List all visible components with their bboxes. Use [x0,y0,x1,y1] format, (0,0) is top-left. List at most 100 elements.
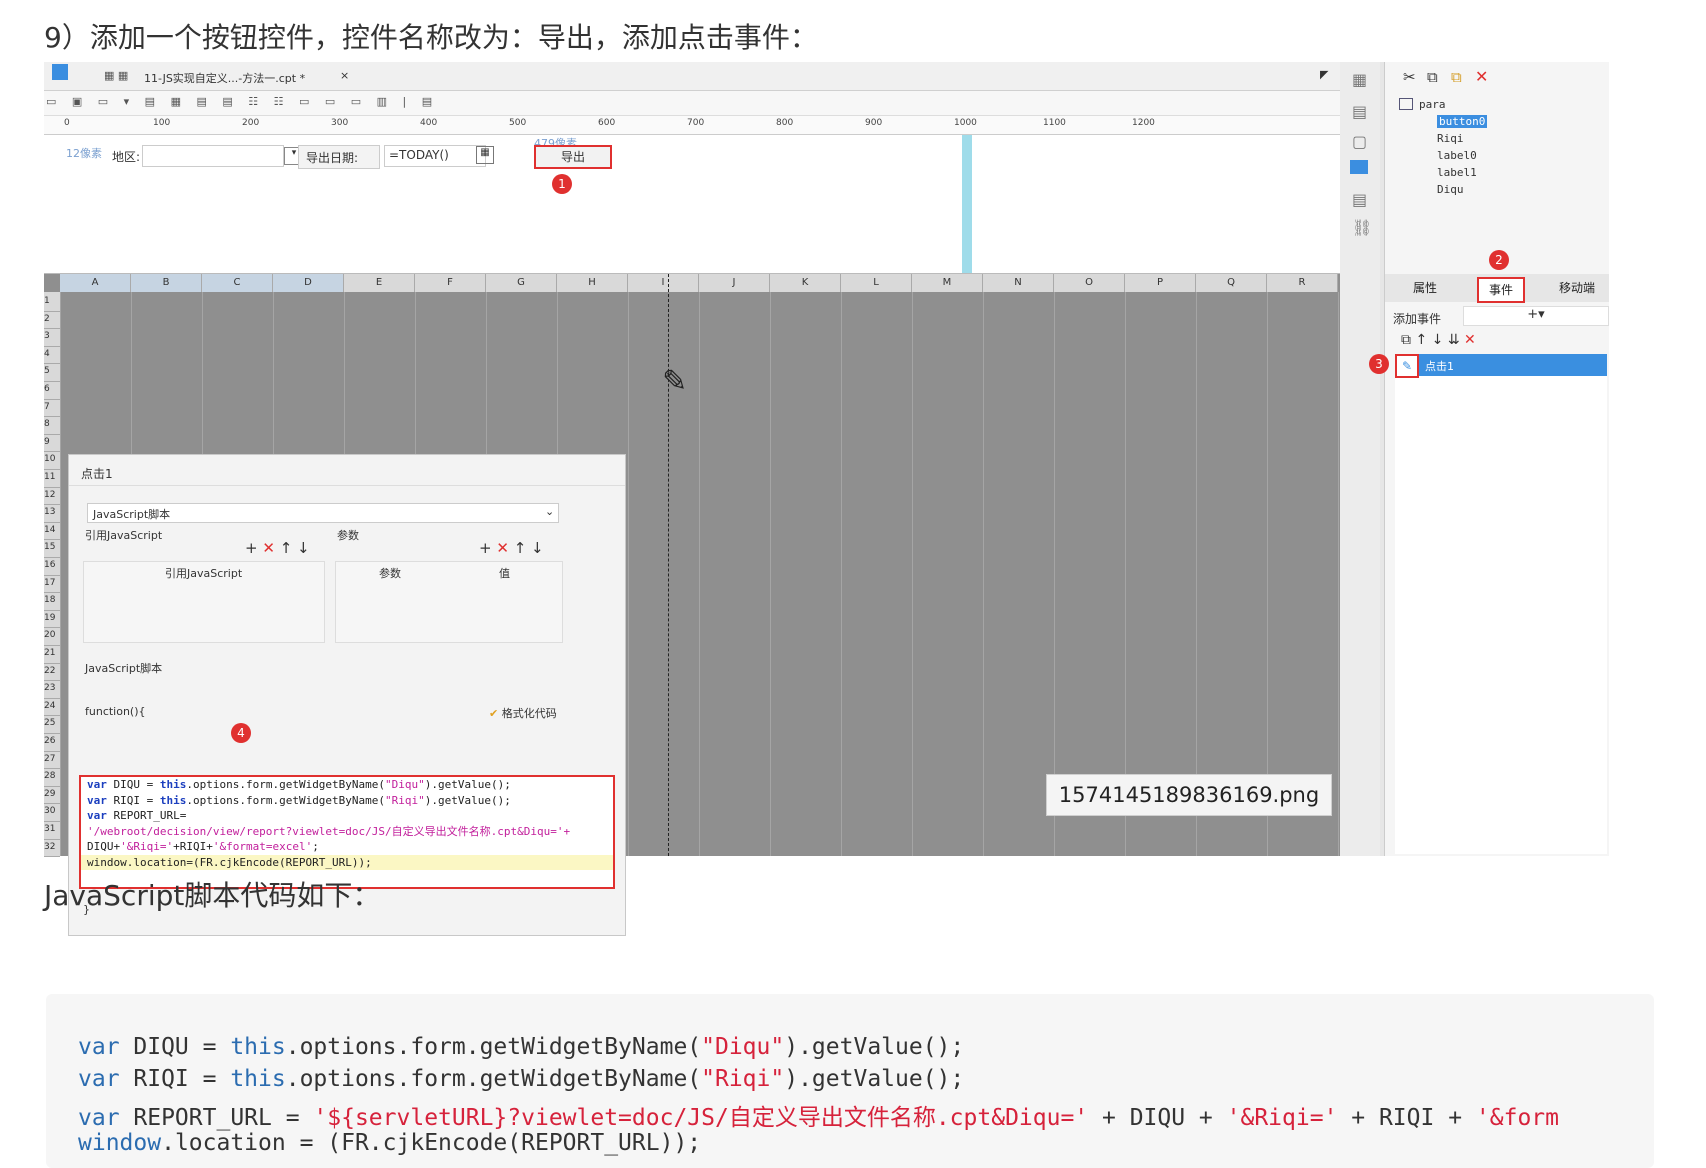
sort-icon[interactable]: ⇊ [1448,332,1460,348]
row-header[interactable]: 18 [44,591,60,611]
row-header[interactable]: 26 [44,732,60,752]
tree-item-riqi[interactable]: Riqi [1437,132,1464,145]
row-header[interactable]: 11 [44,468,60,488]
link-icon[interactable]: ⛓ [1352,218,1372,237]
add-event-button[interactable]: +▾ [1463,306,1609,326]
delete-icon[interactable]: ✕ [262,539,275,557]
row-header[interactable]: 4 [44,344,60,365]
expand-icon[interactable]: ◤ [1320,68,1328,81]
column-header[interactable]: D [273,274,344,292]
copy-icon[interactable]: ⧉ [1401,332,1411,348]
param-table[interactable] [335,561,563,643]
tree-item-button0[interactable]: button0 [1437,115,1488,128]
row-header[interactable]: 20 [44,626,60,647]
up-arrow-icon[interactable]: ↑ [1415,332,1427,348]
paste-icon[interactable]: ⧉ [1451,68,1462,86]
column-header[interactable]: J [699,274,770,292]
tab-bar: ▦ ▦ 11-JS实现自定义...-方法一.cpt * × ◤ [44,62,1340,91]
delete-icon[interactable]: ✕ [1475,67,1488,86]
column-header[interactable]: I [628,274,699,292]
row-header[interactable]: 3 [44,327,60,347]
row-header[interactable]: 19 [44,608,60,629]
column-header[interactable]: L [841,274,912,292]
tab-mobile[interactable]: 移动端 [1547,277,1607,299]
delete-icon[interactable]: ✕ [496,539,509,557]
export-button[interactable]: 导出 [534,145,612,169]
row-header[interactable]: 29 [44,784,60,805]
row-header[interactable]: 15 [44,538,60,559]
marker-3: 3 [1369,354,1389,374]
marker-4: 4 [231,723,251,743]
row-header[interactable]: 8 [44,415,60,435]
ruler-tick: 800 [776,118,794,128]
row-header[interactable]: 1 [44,292,60,312]
column-header[interactable]: O [1054,274,1125,292]
down-arrow-icon[interactable]: ↓ [1432,332,1444,348]
column-header[interactable]: C [202,274,273,292]
diqu-input[interactable] [142,145,284,167]
code-line-5: DIQU+'&Riqi='+RIQI+'&format=excel'; [87,840,319,853]
tab-file[interactable]: 11-JS实现自定义...-方法一.cpt * [144,70,305,86]
add-ref-icon[interactable]: + ✕ ↑ ↓ [245,539,310,557]
column-header[interactable]: A [60,274,131,292]
column-header[interactable]: N [983,274,1054,292]
code-line-2: var RIQI = this.options.form.getWidgetBy… [87,793,511,807]
row-header[interactable]: 24 [44,696,60,717]
row-header[interactable]: 21 [44,644,60,664]
code-line-6: window.location=(FR.cjkEncode(REPORT_URL… [81,854,613,870]
tab-events[interactable]: 事件 [1477,277,1525,303]
column-header[interactable]: P [1125,274,1196,292]
row-header[interactable]: 7 [44,397,60,418]
script-editor[interactable]: var DIQU = this.options.form.getWidgetBy… [79,775,615,889]
column-header[interactable]: Q [1196,274,1267,292]
row-header[interactable]: 22 [44,661,60,682]
row-header[interactable]: 6 [44,380,60,400]
row-header[interactable]: 12 [44,485,60,506]
row-header[interactable]: 9 [44,432,60,453]
row-header[interactable]: 30 [44,802,60,823]
column-header[interactable]: F [415,274,486,292]
chevron-down-icon[interactable]: ⌄ [545,505,554,518]
column-header[interactable]: K [770,274,841,292]
date-label: 导出日期: [306,151,359,165]
edit-icon[interactable]: ✎ [1395,354,1419,378]
copy-icon[interactable]: ⧉ [1427,68,1438,86]
tree-item-label0[interactable]: label0 [1437,149,1477,162]
row-header[interactable]: 13 [44,503,60,523]
active-panel-icon[interactable] [1350,160,1368,174]
event-item[interactable]: 点击1 [1425,358,1454,374]
column-header[interactable]: H [557,274,628,292]
column-header[interactable]: E [344,274,415,292]
column-header[interactable]: M [912,274,983,292]
tab-properties[interactable]: 属性 [1395,277,1455,299]
row-header[interactable]: 5 [44,362,60,383]
row-header[interactable]: 16 [44,556,60,576]
cut-icon[interactable]: ✂ [1403,68,1416,86]
row-header[interactable]: 2 [44,309,60,330]
row-header[interactable]: 23 [44,679,60,699]
frame-icon[interactable]: ▢ [1352,132,1367,151]
delete-icon[interactable]: ✕ [1464,332,1476,348]
row-header[interactable]: 27 [44,749,60,770]
layout-icon[interactable]: ▦ [1352,70,1367,89]
list-icon[interactable]: ▤ [1352,190,1367,209]
widget-icons[interactable]: ▭ ▣ ▭ ▾ ▤ ▦ ▤ ▤ ☷ ☷ ▭ ▭ ▭ ▥ | ▤ [46,95,438,108]
row-header[interactable]: 17 [44,573,60,594]
row-header[interactable]: 10 [44,450,60,471]
calendar-icon[interactable]: ▦ [476,146,494,164]
add-param-icon[interactable]: + ✕ ↑ ↓ [479,539,544,557]
tree-root[interactable]: para [1419,98,1446,111]
row-header[interactable]: 25 [44,714,60,735]
column-header[interactable]: G [486,274,557,292]
tree-item-diqu[interactable]: Diqu [1437,183,1464,196]
row-header[interactable]: 28 [44,767,60,787]
close-icon[interactable]: × [340,69,349,82]
row-header[interactable]: 32 [44,837,60,858]
tree-item-label1[interactable]: label1 [1437,166,1477,179]
column-header[interactable]: R [1267,274,1338,292]
column-header[interactable]: B [131,274,202,292]
format-code-button[interactable]: ✔ 格式化代码 [489,705,557,721]
row-header[interactable]: 31 [44,820,60,840]
widgets-icon[interactable]: ▤ [1352,102,1367,121]
row-header[interactable]: 14 [44,520,60,541]
